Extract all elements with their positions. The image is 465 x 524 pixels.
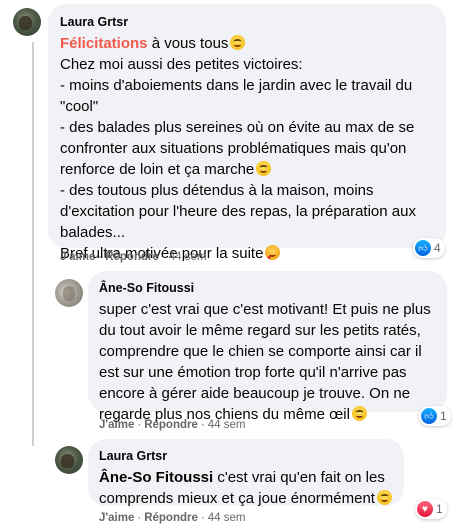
comment-text: Âne-So Fitoussi c'est vrai qu'en fait on… [99, 467, 393, 509]
avatar[interactable] [13, 8, 41, 36]
comment-bubble: Âne-So Fitoussi super c'est vrai que c'e… [88, 271, 447, 423]
like-button[interactable]: J'aime [60, 251, 95, 263]
like-icon: 👍︎ [415, 240, 431, 256]
reply-button[interactable]: Répondre [105, 251, 159, 263]
reaction-summary[interactable]: 👍︎ 1 [419, 406, 451, 426]
reaction-count: 1 [440, 409, 447, 423]
reaction-count: 1 [436, 502, 443, 516]
reply-button[interactable]: Répondre [144, 512, 198, 524]
reaction-summary[interactable]: ♥ 1 [415, 499, 447, 519]
comment-bubble: Laura Grtsr Félicitations à vous tous Ch… [48, 4, 446, 262]
wink-emoji-icon [351, 406, 367, 421]
comment-bubble: Laura Grtsr Âne-So Fitoussi c'est vrai q… [88, 439, 404, 509]
wink-emoji-icon [376, 490, 392, 505]
comment-text: Félicitations à vous tous Chez moi aussi… [60, 33, 434, 264]
comment-actions: J'aime · Répondre · 44 sem [99, 419, 246, 431]
comment-actions: J'aime · Répondre · 44 sem [99, 512, 246, 524]
reaction-summary[interactable]: 👍︎ 4 [413, 238, 445, 258]
highlight-word: Félicitations [60, 35, 148, 52]
like-button[interactable]: J'aime [99, 512, 134, 524]
timestamp[interactable]: 44 sem [208, 419, 246, 431]
comment-text: super c'est vrai que c'est motivant! Et … [99, 301, 431, 423]
heart-icon: ♥ [417, 501, 433, 517]
comment-actions: J'aime · Répondre · 44 sem [60, 251, 207, 263]
wink-emoji-icon [256, 161, 272, 176]
mention-link[interactable]: Âne-So Fitoussi [99, 469, 213, 486]
timestamp[interactable]: 44 sem [208, 512, 246, 524]
like-icon: 👍︎ [421, 408, 437, 424]
avatar[interactable] [55, 446, 83, 474]
timestamp[interactable]: 44 sem [169, 251, 207, 263]
comment-author[interactable]: Laura Grtsr [60, 14, 434, 30]
comment-author[interactable]: Âne-So Fitoussi [99, 280, 436, 296]
comment-author[interactable]: Laura Grtsr [99, 448, 393, 464]
reaction-count: 4 [434, 241, 441, 255]
like-button[interactable]: J'aime [99, 419, 134, 431]
thread-line-branch [32, 256, 34, 446]
reply-button[interactable]: Répondre [144, 419, 198, 431]
smiling-hearts-emoji-icon [265, 245, 281, 260]
avatar[interactable] [55, 279, 83, 307]
wink-emoji-icon [230, 35, 246, 50]
